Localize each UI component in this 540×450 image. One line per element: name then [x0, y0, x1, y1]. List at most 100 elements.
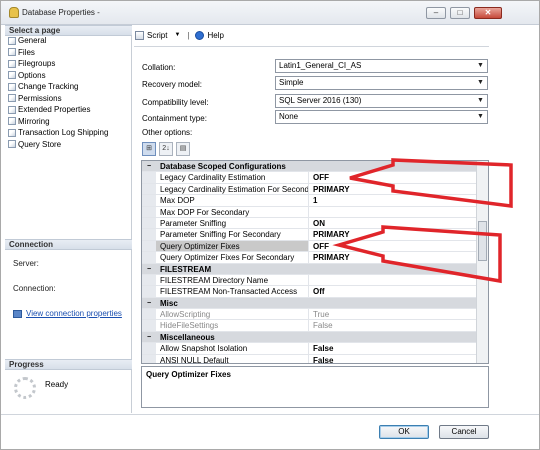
property-value[interactable]: 1: [309, 195, 317, 205]
grid-category-row[interactable]: − Database Scoped Configurations: [142, 161, 478, 173]
page-item-label: Change Tracking: [18, 82, 79, 91]
containment-type-label: Containment type:: [142, 114, 207, 123]
grid-property-row[interactable]: HideFileSettings False: [142, 320, 478, 332]
compatibility-level-combo[interactable]: SQL Server 2016 (130) ▼: [275, 94, 488, 108]
close-button[interactable]: ✕: [474, 7, 502, 19]
recovery-model-combo[interactable]: Simple ▼: [275, 76, 488, 90]
grid-property-row[interactable]: Max DOP For Secondary: [142, 206, 478, 218]
property-description: Query Optimizer Fixes: [141, 366, 489, 408]
script-button[interactable]: Script: [135, 30, 167, 40]
grid-property-row[interactable]: Parameter Sniffing For Secondary PRIMARY: [142, 229, 478, 241]
page-icon: [8, 82, 16, 91]
row-gutter: [142, 195, 156, 206]
property-value[interactable]: [309, 275, 313, 285]
collation-label: Collation:: [142, 63, 176, 72]
grid-property-row[interactable]: Allow Snapshot Isolation False: [142, 343, 478, 355]
row-gutter: [142, 286, 156, 297]
page-list: General Files Filegroups Options Change Trac…: [5, 35, 132, 150]
page-icon: [8, 59, 16, 68]
ok-button[interactable]: OK: [379, 425, 429, 439]
page-icon: [8, 94, 16, 103]
connection-header: Connection: [5, 239, 132, 250]
grid-sort-toolbar: ⊞ 2↓ ▤: [142, 142, 193, 158]
collapse-toggle-icon[interactable]: −: [142, 331, 156, 343]
property-name: Max DOP For Secondary: [156, 206, 309, 217]
page-icon: [8, 140, 16, 149]
grid-category-row[interactable]: − Misc: [142, 297, 478, 310]
property-value[interactable]: OFF: [309, 241, 329, 251]
page-item-general[interactable]: General: [5, 35, 132, 47]
page-item-files[interactable]: Files: [5, 47, 132, 59]
grid-scrollbar-thumb[interactable]: [478, 221, 487, 261]
row-gutter: [142, 309, 156, 320]
page-item-label: Extended Properties: [18, 105, 91, 114]
grid-property-row[interactable]: Legacy Cardinality Estimation OFF: [142, 172, 478, 184]
grid-property-row[interactable]: Legacy Cardinality Estimation For Second…: [142, 183, 478, 196]
progress-status: Ready: [45, 380, 69, 389]
property-value[interactable]: [309, 207, 313, 217]
page-item-permissions[interactable]: Permissions: [5, 93, 132, 105]
help-button[interactable]: Help: [195, 30, 224, 40]
page-item-label: Files: [18, 47, 35, 57]
grid-property-row[interactable]: ANSI NULL Default False: [142, 354, 478, 363]
maximize-button[interactable]: □: [450, 7, 470, 19]
property-value[interactable]: True: [309, 309, 329, 319]
page-item-label: Permissions: [18, 93, 62, 103]
chevron-down-icon: ▼: [477, 62, 484, 69]
window-title: Database Properties -: [22, 8, 100, 17]
script-dropdown-arrow[interactable]: ▼: [174, 32, 180, 38]
property-name: Query Optimizer Fixes: [156, 240, 309, 252]
grid-property-row[interactable]: Parameter Sniffing ON: [142, 217, 478, 230]
row-gutter: [142, 354, 156, 363]
page-icon: [8, 105, 16, 114]
grid-property-row[interactable]: Query Optimizer Fixes OFF: [142, 240, 478, 253]
alphabetical-sort-button[interactable]: 2↓: [159, 142, 173, 156]
page-item-query-store[interactable]: Query Store: [5, 139, 132, 151]
grid-property-row[interactable]: Query Optimizer Fixes For Secondary PRIMA…: [142, 252, 478, 264]
property-name: FILESTREAM Directory Name: [156, 274, 309, 286]
grid-property-row[interactable]: AllowScripting True: [142, 309, 478, 321]
collapse-toggle-icon[interactable]: −: [142, 263, 156, 274]
page-item-extended-properties[interactable]: Extended Properties: [5, 104, 132, 116]
minimize-button[interactable]: –: [426, 7, 446, 19]
grid-property-row[interactable]: FILESTREAM Non-Transacted Access Off: [142, 286, 478, 298]
property-value[interactable]: PRIMARY: [309, 229, 350, 239]
property-value[interactable]: False: [309, 320, 333, 330]
toolbar: Script ▼ | Help: [135, 28, 231, 42]
chevron-down-icon: ▼: [477, 79, 484, 86]
view-connection-properties-link[interactable]: View connection properties: [13, 309, 122, 318]
help-label: Help: [207, 30, 224, 40]
chevron-down-icon: ▼: [477, 113, 484, 120]
property-pages-button[interactable]: ▤: [176, 142, 190, 156]
grid-category-row[interactable]: − FILESTREAM: [142, 263, 478, 275]
property-value[interactable]: False: [309, 355, 333, 363]
page-item-filegroups[interactable]: Filegroups: [5, 58, 132, 70]
containment-type-combo[interactable]: None ▼: [275, 110, 488, 124]
connection-label: Connection:: [13, 284, 56, 293]
property-value[interactable]: Off: [309, 286, 325, 296]
grid-property-row[interactable]: FILESTREAM Directory Name: [142, 274, 478, 287]
categorized-sort-button[interactable]: ⊞: [142, 142, 156, 156]
page-item-change-tracking[interactable]: Change Tracking: [5, 81, 132, 93]
property-value[interactable]: PRIMARY: [309, 252, 350, 262]
database-icon: [9, 7, 19, 18]
row-gutter: [142, 172, 156, 183]
property-value[interactable]: False: [309, 343, 333, 353]
left-pane: Select a page General Files Filegroups Opti…: [5, 25, 132, 413]
page-icon: [8, 128, 16, 137]
grid-property-row[interactable]: Max DOP 1: [142, 195, 478, 207]
page-item-transaction-log-shipping[interactable]: Transaction Log Shipping: [5, 127, 132, 139]
cancel-button[interactable]: Cancel: [439, 425, 489, 439]
collapse-toggle-icon[interactable]: −: [142, 161, 156, 172]
grid-category-row[interactable]: − Miscellaneous: [142, 331, 478, 344]
property-value[interactable]: PRIMARY: [309, 184, 350, 194]
property-value[interactable]: OFF: [309, 172, 329, 182]
collation-combo[interactable]: Latin1_General_CI_AS ▼: [275, 59, 488, 73]
page-item-mirroring[interactable]: Mirroring: [5, 116, 132, 128]
property-value[interactable]: ON: [309, 218, 325, 228]
collapse-toggle-icon[interactable]: −: [142, 297, 156, 309]
page-item-options[interactable]: Options: [5, 70, 132, 82]
page-icon: [8, 36, 16, 45]
property-name: Allow Snapshot Isolation: [156, 343, 309, 354]
grid-scrollbar[interactable]: [476, 161, 488, 363]
